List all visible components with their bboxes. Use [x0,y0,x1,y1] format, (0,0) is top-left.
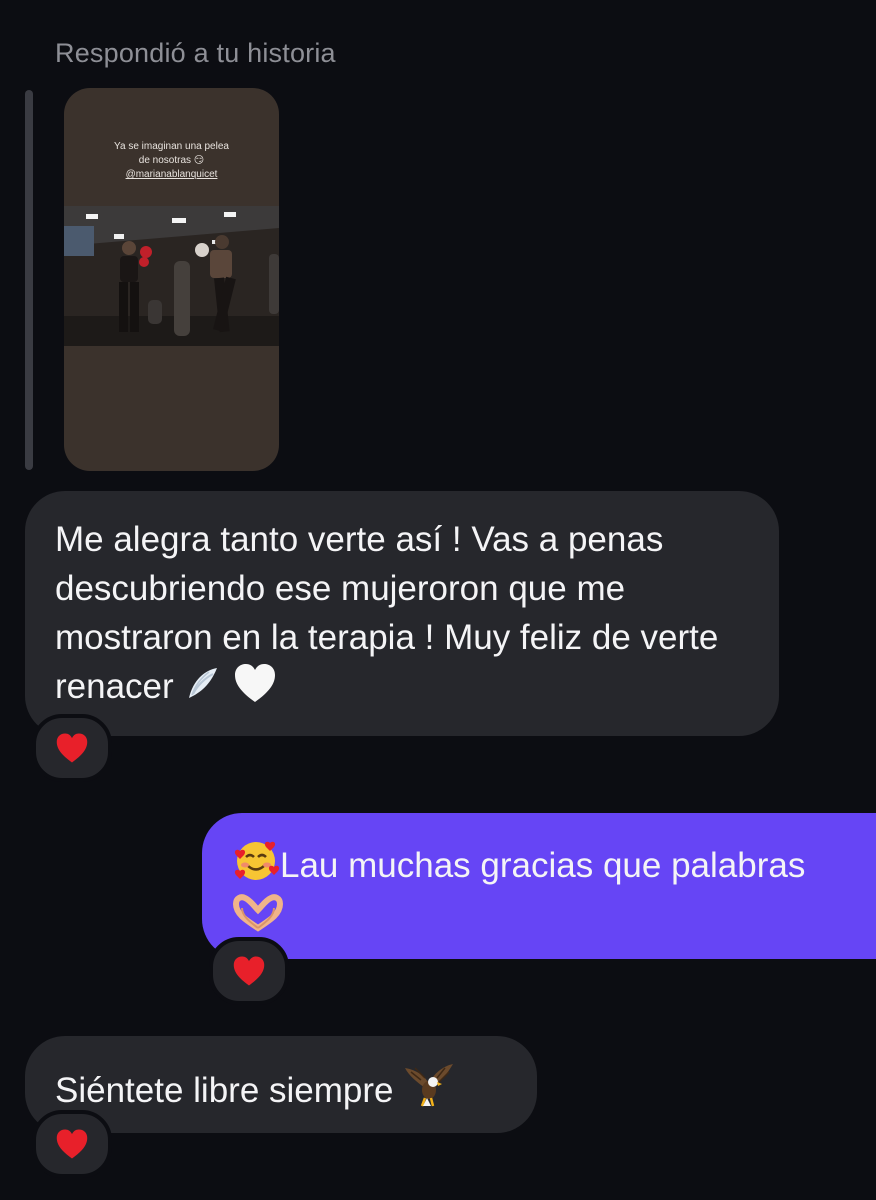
story-preview[interactable]: Ya se imaginan una pelea de nosotras 😏 @… [64,88,279,471]
message-text: Lau muchas gracias que palabras [280,846,806,885]
story-caption-line1: Ya se imaginan una pelea [114,141,229,152]
reaction-badge[interactable] [32,714,112,782]
reaction-badge[interactable] [209,937,289,1005]
heart-hands-icon [232,894,284,932]
outgoing-message-bubble[interactable]: Lau muchas gracias que palabras [202,813,876,959]
smiling-face-with-hearts-icon [234,841,280,880]
message-text: Me alegra tanto verte así ! Vas a penas … [55,520,719,706]
red-heart-icon [56,1129,88,1159]
reaction-badge[interactable] [32,1110,112,1178]
message-text: Siéntete libre siempre [55,1071,394,1110]
reply-label: Respondió a tu historia [55,38,336,68]
wing-icon [189,668,218,698]
incoming-message-bubble[interactable]: Me alegra tanto verte así ! Vas a penas … [25,491,779,736]
eagle-icon [405,1064,454,1107]
story-mention-link[interactable]: @marianablanquicet [64,168,279,182]
red-heart-icon [233,956,265,986]
story-caption-line2: de nosotras 😏 [138,155,205,166]
white-heart-icon [235,664,276,702]
reply-indicator-bar [25,90,33,470]
red-heart-icon [56,733,88,763]
story-caption: Ya se imaginan una pelea de nosotras 😏 @… [64,140,279,182]
story-gym-photo [64,206,279,346]
